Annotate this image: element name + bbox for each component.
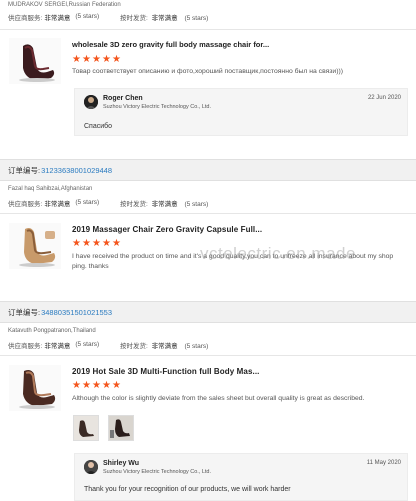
delivery-label: 按时发货:	[120, 14, 148, 22]
product-thumbnail[interactable]	[9, 365, 61, 411]
star-rating: ★ ★ ★ ★ ★	[72, 54, 121, 65]
reply-company: Suzhou Victory Electric Technology Co., …	[103, 104, 212, 110]
supplier-count: (5 stars)	[75, 341, 100, 348]
star-rating: ★ ★ ★ ★ ★	[72, 380, 121, 391]
reply-author: Shirley Wu	[103, 460, 140, 467]
star-icon: ★	[82, 238, 91, 249]
supplier-reply: Roger Chen Suzhou Victory Electric Techn…	[74, 88, 408, 136]
review-text: Although the color is slightly deviate f…	[72, 395, 365, 402]
delivery-value: 非常满意	[151, 200, 178, 208]
reply-company: Suzhou Victory Electric Technology Co., …	[103, 469, 212, 475]
delivery-rating: 按时发货: 非常满意 (5 stars)	[120, 198, 208, 208]
delivery-value: 非常满意	[151, 342, 178, 350]
reply-message: Thank you for your recognition of our pr…	[84, 486, 291, 493]
reply-date: 11 May 2020	[366, 460, 401, 466]
watermark: vctelectric.en.made	[200, 244, 356, 263]
avatar	[84, 95, 98, 109]
review-photo[interactable]	[108, 415, 134, 441]
reply-author: Roger Chen	[103, 95, 143, 102]
supplier-count: (5 stars)	[75, 13, 100, 20]
order-bar: 订单编号: 31233638001029448	[0, 159, 416, 181]
supplier-label: 供应商服务:	[8, 14, 43, 22]
avatar	[84, 460, 98, 474]
review-3: Katavuth Pongpatranon,Thailand 供应商服务: 非常…	[0, 325, 416, 501]
delivery-count: (5 stars)	[184, 14, 209, 22]
review-photo[interactable]	[73, 415, 99, 441]
star-icon: ★	[92, 238, 101, 249]
product-title[interactable]: wholesale 3D zero gravity full body mass…	[72, 40, 269, 49]
ratings-row: 供应商服务: 非常满意 (5 stars) 按时发货: 非常满意 (5 star…	[0, 338, 416, 351]
star-icon: ★	[92, 380, 101, 391]
star-icon: ★	[72, 238, 81, 249]
supplier-value: 非常满意	[44, 14, 71, 22]
review-1: MUDRAKOV SERGEI,Russian Federation 供应商服务…	[0, 0, 416, 158]
delivery-count: (5 stars)	[184, 200, 209, 208]
product-title[interactable]: 2019 Massager Chair Zero Gravity Capsule…	[72, 225, 262, 234]
star-icon: ★	[102, 54, 111, 65]
order-number-link[interactable]: 31233638001029448	[41, 166, 112, 175]
star-icon: ★	[112, 54, 121, 65]
star-icon: ★	[102, 380, 111, 391]
supplier-count: (5 stars)	[75, 199, 100, 206]
product-title[interactable]: 2019 Hot Sale 3D Multi-Function full Bod…	[72, 367, 260, 376]
ratings-row: 供应商服务: 非常满意 (5 stars) 按时发货: 非常满意 (5 star…	[0, 10, 416, 23]
star-icon: ★	[82, 54, 91, 65]
review-2: Fazal haq Sahibzai,Afghanistan 供应商服务: 非常…	[0, 183, 416, 301]
star-icon: ★	[72, 380, 81, 391]
review-text: Товар соответствует описанию и фото,хоро…	[72, 68, 343, 75]
star-icon: ★	[112, 380, 121, 391]
delivery-label: 按时发货:	[120, 200, 148, 208]
delivery-count: (5 stars)	[184, 342, 209, 350]
supplier-reply: Shirley Wu Suzhou Victory Electric Techn…	[74, 453, 408, 501]
supplier-value: 非常满意	[44, 342, 71, 350]
order-label: 订单编号:	[8, 307, 41, 317]
reply-message: Спасибо	[84, 123, 113, 130]
buyer-name: Katavuth Pongpatranon,Thailand	[8, 328, 96, 334]
ratings-row: 供应商服务: 非常满意 (5 stars) 按时发货: 非常满意 (5 star…	[0, 196, 416, 209]
star-icon: ★	[72, 54, 81, 65]
order-label: 订单编号:	[8, 165, 41, 175]
delivery-rating: 按时发货: 非常满意 (5 stars)	[120, 12, 208, 22]
order-bar: 订单编号: 34880351501021553	[0, 301, 416, 323]
star-icon: ★	[112, 238, 121, 249]
star-icon: ★	[82, 380, 91, 391]
star-icon: ★	[92, 54, 101, 65]
delivery-rating: 按时发货: 非常满意 (5 stars)	[120, 340, 208, 350]
delivery-value: 非常满意	[151, 14, 178, 22]
supplier-label: 供应商服务:	[8, 200, 43, 208]
product-thumbnail[interactable]	[9, 223, 61, 269]
delivery-label: 按时发货:	[120, 342, 148, 350]
reply-date: 22 Jun 2020	[367, 95, 401, 101]
supplier-label: 供应商服务:	[8, 342, 43, 350]
buyer-name: Fazal haq Sahibzai,Afghanistan	[8, 186, 93, 192]
star-icon: ★	[102, 238, 111, 249]
order-number-link[interactable]: 34880351501021553	[41, 308, 112, 317]
product-thumbnail[interactable]	[9, 38, 61, 84]
star-rating: ★ ★ ★ ★ ★	[72, 238, 121, 249]
buyer-name: MUDRAKOV SERGEI,Russian Federation	[8, 2, 121, 8]
supplier-value: 非常满意	[44, 200, 71, 208]
